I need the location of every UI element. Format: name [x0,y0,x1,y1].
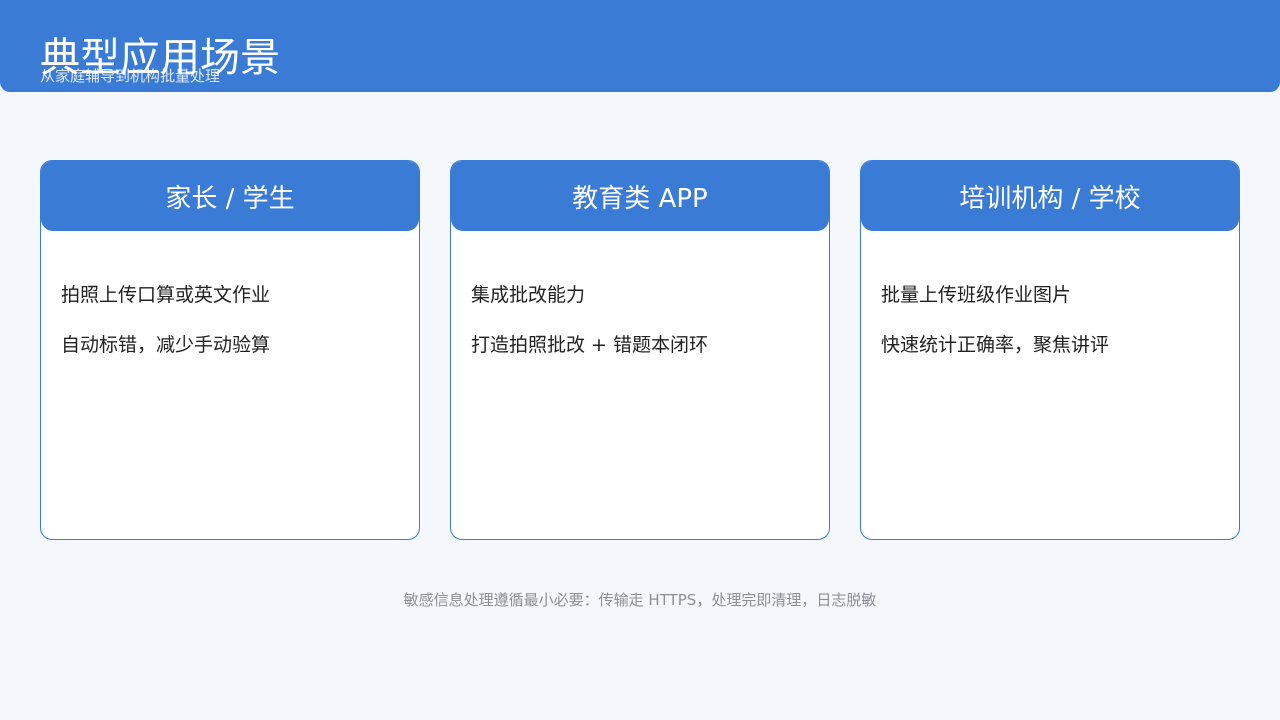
card-title: 家长 / 学生 [165,183,295,214]
page-subtitle: 从家庭辅导到机构批量处理 [40,67,221,85]
card-line: 拍照上传口算或英文作业 [61,284,271,306]
header-banner: 典型应用场景 从家庭辅导到机构批量处理 [0,0,1280,92]
footer-note: 敏感信息处理遵循最小必要：传输走 HTTPS，处理完即清理，日志脱敏 [403,591,877,609]
card-line: 打造拍照批改 + 错题本闭环 [471,334,708,356]
card-header: 培训机构 / 学校 [861,161,1239,231]
card-header: 教育类 APP [451,161,829,231]
card-body: 拍照上传口算或英文作业 自动标错，减少手动验算 [41,231,419,359]
card-body: 批量上传班级作业图片 快速统计正确率，聚焦讲评 [861,231,1239,359]
card-body: 集成批改能力 打造拍照批改 + 错题本闭环 [451,231,829,359]
card-header: 家长 / 学生 [41,161,419,231]
scenario-cards: 家长 / 学生 拍照上传口算或英文作业 自动标错，减少手动验算 教育类 APP … [40,160,1240,540]
card-family-student: 家长 / 学生 拍照上传口算或英文作业 自动标错，减少手动验算 [40,160,420,540]
card-line: 批量上传班级作业图片 [881,284,1072,306]
card-line: 自动标错，减少手动验算 [61,334,271,356]
card-title: 培训机构 / 学校 [959,183,1141,214]
card-training-school: 培训机构 / 学校 批量上传班级作业图片 快速统计正确率，聚焦讲评 [860,160,1240,540]
card-line: 集成批改能力 [471,284,586,306]
card-title: 教育类 APP [572,183,708,214]
card-line: 快速统计正确率，聚焦讲评 [881,334,1110,356]
card-education-app: 教育类 APP 集成批改能力 打造拍照批改 + 错题本闭环 [450,160,830,540]
